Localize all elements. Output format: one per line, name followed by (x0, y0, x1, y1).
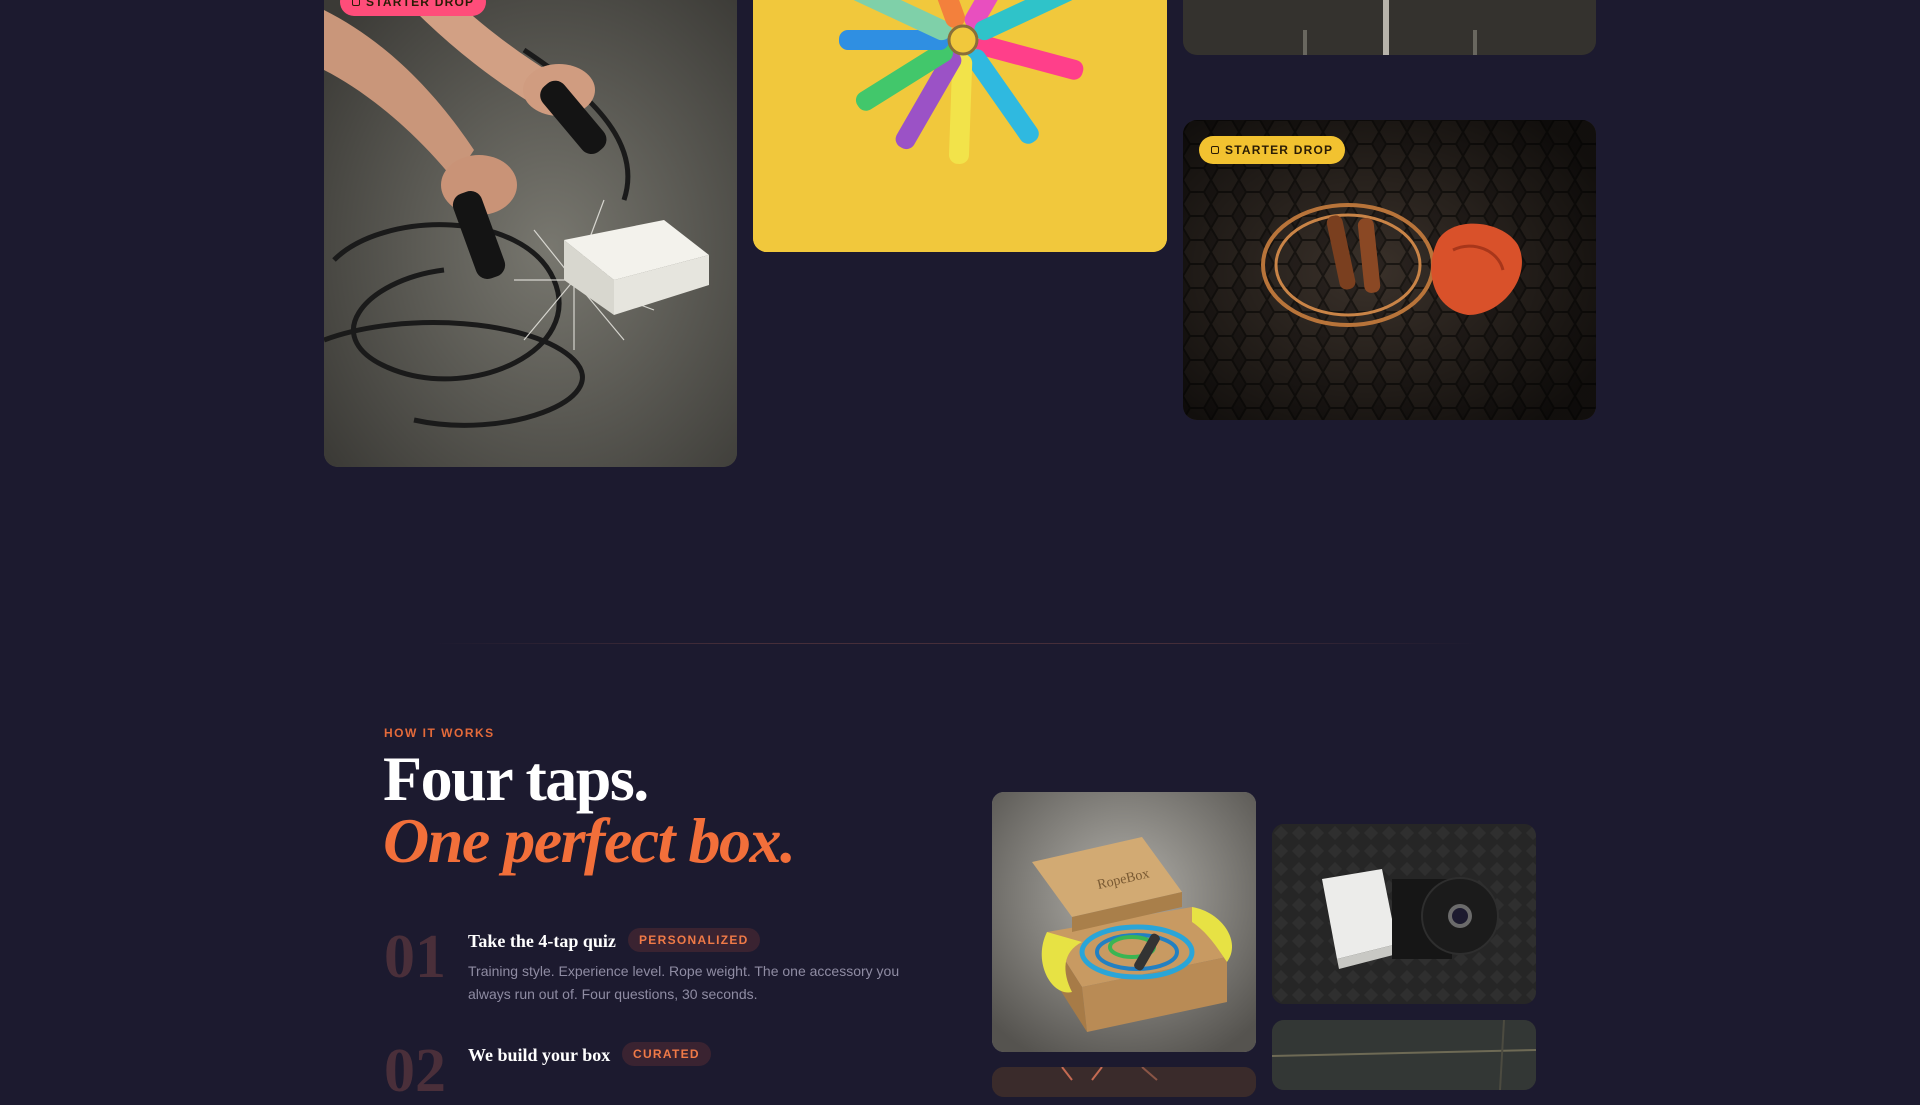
step-number: 02 (384, 1037, 446, 1105)
photo-card-colorful-ropes[interactable] (753, 0, 1167, 252)
step-description: Training style. Experience level. Rope w… (468, 963, 900, 1002)
tag-icon (1211, 146, 1219, 154)
step-title: Take the 4-tap quiz (468, 931, 616, 951)
rope-chalk-illustration (324, 0, 737, 467)
step-number: 01 (384, 923, 446, 991)
photo-card-chalk-tape[interactable] (1272, 824, 1536, 1004)
hex-floor-rope-illustration (1183, 120, 1596, 420)
section-eyebrow: HOW IT WORKS (384, 726, 495, 740)
heading-line-1: Four taps. (383, 743, 649, 814)
step-item: 01 Take the 4-tap quiz PERSONALIZED Trai… (384, 926, 944, 1006)
photo-card-starter-drop[interactable]: STARTER DROP (1183, 120, 1596, 420)
photo-card-road[interactable] (1183, 0, 1596, 55)
step-tag: CURATED (622, 1042, 711, 1066)
step-title: We build your box (468, 1045, 611, 1065)
photo-card-ropebox[interactable]: RopeBox (992, 792, 1256, 1052)
chalk-tape-illustration (1272, 824, 1536, 1004)
starter-drop-badge: STARTER DROP (1199, 136, 1346, 164)
tag-icon (352, 0, 360, 6)
step-item: 02 We build your box CURATED (384, 1040, 944, 1102)
section-divider (430, 643, 1480, 644)
road-illustration (1183, 0, 1596, 55)
ropebox-illustration: RopeBox (992, 792, 1256, 1052)
step-tag: PERSONALIZED (628, 928, 760, 952)
colorful-ropes-illustration (753, 0, 1167, 252)
starter-drop-badge: STARTER DROP (340, 0, 487, 16)
section-heading: Four taps. One perfect box. (383, 747, 796, 876)
rope-detail-illustration (992, 1067, 1256, 1097)
photo-card-rope-detail[interactable] (992, 1067, 1256, 1097)
photo-card-rope-chalk[interactable]: STARTER DROP (324, 0, 737, 467)
heading-line-2: One perfect box. (383, 805, 796, 876)
